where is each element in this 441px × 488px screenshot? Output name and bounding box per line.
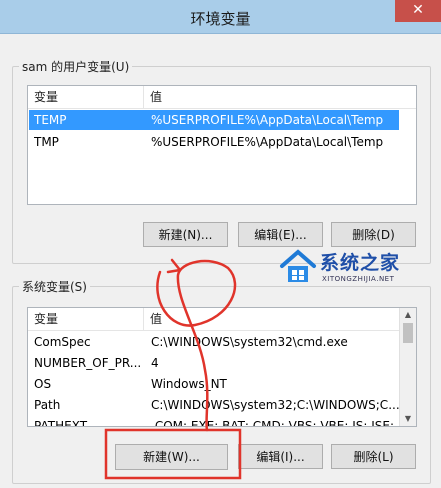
system-variables-label: 系统变量(S) <box>19 278 90 295</box>
scroll-down-icon[interactable]: ▼ <box>400 412 416 426</box>
system-variables-list[interactable]: 变量 值 ComSpec C:\WINDOWS\system32\cmd.exe… <box>27 307 417 427</box>
system-variable-row[interactable]: PATHEXT .COM;.EXE;.BAT;.CMD;.VBS;.VBE;.J… <box>29 416 399 427</box>
variable-name: TMP <box>34 135 59 149</box>
scroll-thumb[interactable] <box>403 323 413 343</box>
variable-value: Windows_NT <box>151 377 227 391</box>
system-delete-button[interactable]: 删除(L) <box>331 444 416 469</box>
system-variable-row[interactable]: Path C:\WINDOWS\system32;C:\WINDOWS;C... <box>29 395 399 415</box>
user-variable-row[interactable]: TMP %USERPROFILE%\AppData\Local\Temp <box>29 132 399 152</box>
watermark-subtitle: XITONGZHIJIA.NET <box>322 275 395 283</box>
system-variables-header: 变量 值 <box>28 308 399 331</box>
user-edit-button[interactable]: 编辑(E)... <box>238 222 323 247</box>
variable-name: ComSpec <box>34 335 91 349</box>
column-header-variable[interactable]: 变量 <box>28 308 144 330</box>
variable-value: C:\WINDOWS\system32\cmd.exe <box>151 335 348 349</box>
column-header-value[interactable]: 值 <box>144 86 416 108</box>
variable-name: TEMP <box>34 113 67 127</box>
user-variables-header: 变量 值 <box>28 86 416 109</box>
system-edit-button[interactable]: 编辑(I)... <box>238 444 323 469</box>
system-variable-row[interactable]: NUMBER_OF_PR... 4 <box>29 353 399 373</box>
house-icon <box>280 249 316 282</box>
title-bar: 环境变量 ✕ <box>0 0 441 34</box>
user-variables-label: sam 的用户变量(U) <box>19 58 133 75</box>
close-icon: ✕ <box>412 2 424 18</box>
watermark-title: 系统之家 <box>320 252 401 274</box>
column-header-variable[interactable]: 变量 <box>28 86 144 108</box>
scroll-up-icon[interactable]: ▲ <box>400 308 416 322</box>
variable-value: 4 <box>151 356 159 370</box>
user-delete-button[interactable]: 删除(D) <box>331 222 416 247</box>
window-title: 环境变量 <box>190 10 251 28</box>
watermark-logo: 系统之家 XITONGZHIJIA.NET <box>278 246 438 290</box>
user-variable-row[interactable]: TEMP %USERPROFILE%\AppData\Local\Temp <box>29 110 399 130</box>
variable-name: OS <box>34 377 52 391</box>
variable-value: .COM;.EXE;.BAT;.CMD;.VBS;.VBE;.JS;.JSE;.… <box>151 419 399 427</box>
variable-value: %USERPROFILE%\AppData\Local\Temp <box>151 135 384 149</box>
system-new-button[interactable]: 新建(W)... <box>115 444 228 470</box>
system-list-scrollbar[interactable]: ▲ ▼ <box>399 308 416 426</box>
user-new-button[interactable]: 新建(N)... <box>143 222 228 247</box>
system-variable-row[interactable]: OS Windows_NT <box>29 374 399 394</box>
close-button[interactable]: ✕ <box>395 0 441 22</box>
variable-name: NUMBER_OF_PR... <box>34 356 142 370</box>
variable-value: %USERPROFILE%\AppData\Local\Temp <box>151 113 384 127</box>
user-variables-list[interactable]: 变量 值 TEMP %USERPROFILE%\AppData\Local\Te… <box>27 85 417 205</box>
column-header-value[interactable]: 值 <box>144 308 399 330</box>
variable-name: PATHEXT <box>34 419 88 427</box>
variable-value: C:\WINDOWS\system32;C:\WINDOWS;C... <box>151 398 399 412</box>
variable-name: Path <box>34 398 61 412</box>
system-variable-row[interactable]: ComSpec C:\WINDOWS\system32\cmd.exe <box>29 332 399 352</box>
